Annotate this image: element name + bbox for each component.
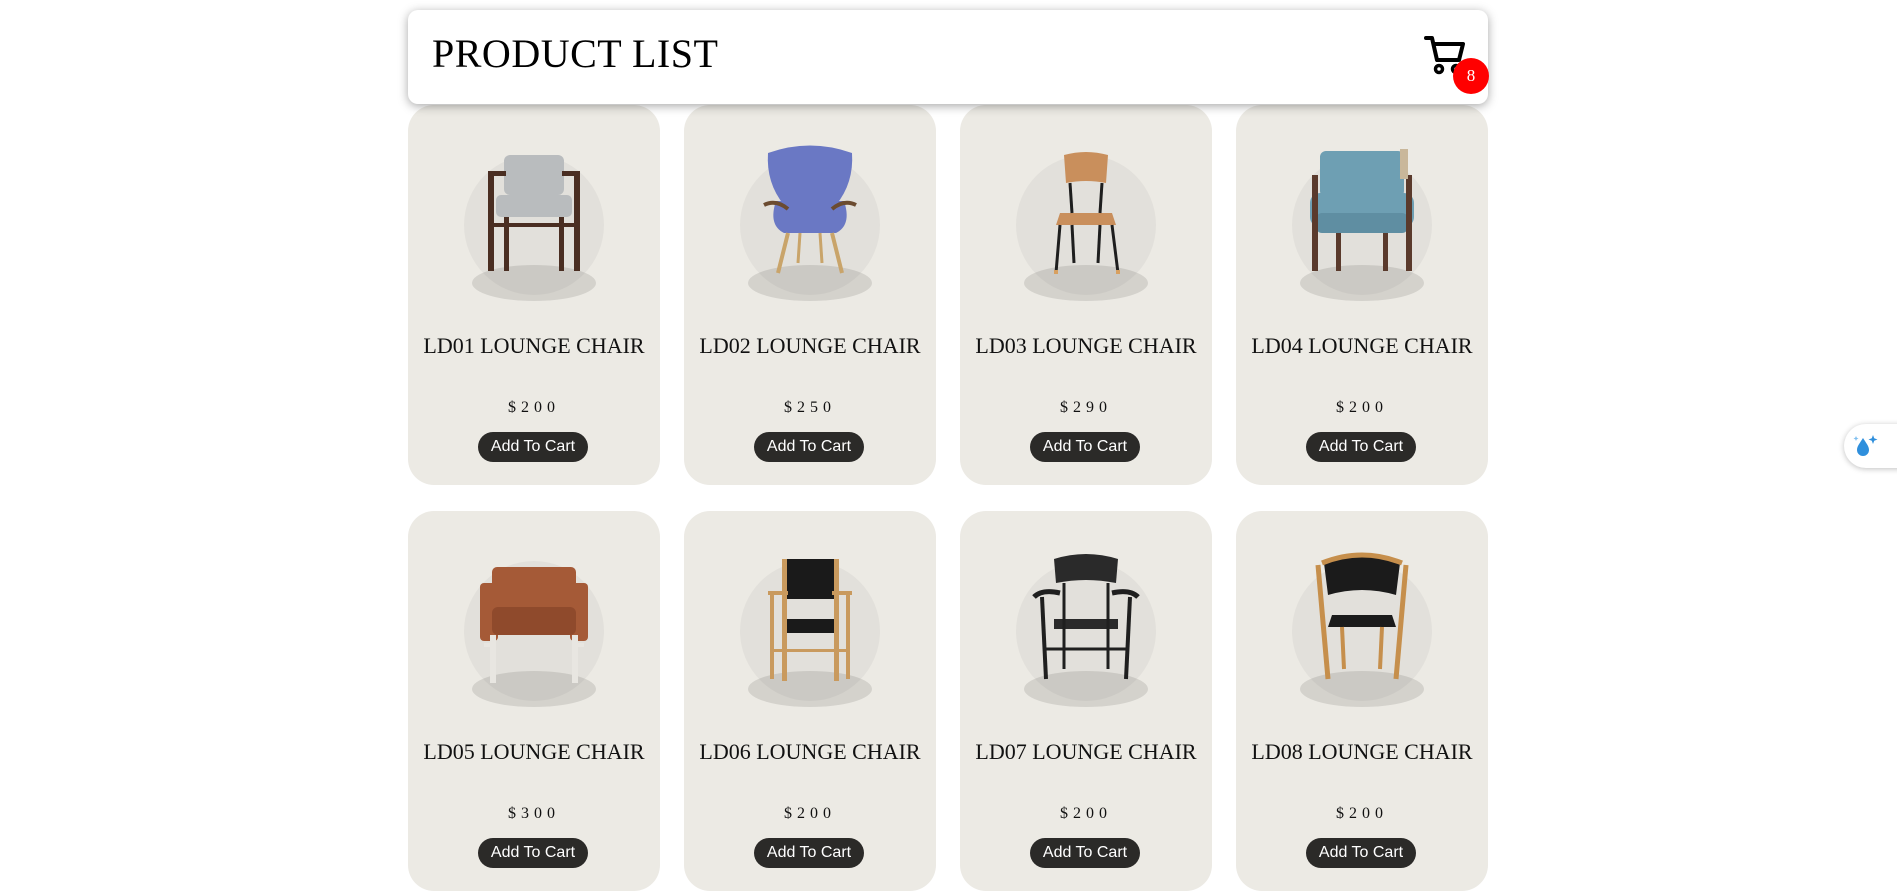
add-to-cart-button[interactable]: Add To Cart	[478, 432, 588, 462]
product-card: LD06 LOUNGE CHAIR $200 Add To Cart	[684, 511, 936, 891]
product-price: $200	[1060, 805, 1112, 822]
cart-count-badge: 8	[1453, 58, 1489, 94]
product-name: LD08 LOUNGE CHAIR	[1251, 739, 1473, 764]
add-to-cart-button[interactable]: Add To Cart	[478, 838, 588, 868]
add-to-cart-button[interactable]: Add To Cart	[1306, 432, 1416, 462]
side-widget-button[interactable]	[1844, 424, 1897, 468]
product-price: $290	[1060, 399, 1112, 416]
product-card: LD03 LOUNGE CHAIR $290 Add To Cart	[960, 105, 1212, 485]
product-name: LD04 LOUNGE CHAIR	[1251, 333, 1473, 358]
product-card: LD05 LOUNGE CHAIR $300 Add To Cart	[408, 511, 660, 891]
product-name: LD03 LOUNGE CHAIR	[975, 333, 1197, 358]
product-image	[408, 105, 660, 325]
product-name: LD05 LOUNGE CHAIR	[423, 739, 645, 764]
product-price: $200	[508, 399, 560, 416]
product-card: LD07 LOUNGE CHAIR $200 Add To Cart	[960, 511, 1212, 891]
header-bar: PRODUCT LIST 8	[408, 10, 1489, 104]
product-image	[960, 105, 1212, 325]
add-to-cart-button[interactable]: Add To Cart	[754, 838, 864, 868]
product-image	[1236, 511, 1488, 731]
add-to-cart-button[interactable]: Add To Cart	[1030, 838, 1140, 868]
product-card: LD02 LOUNGE CHAIR $250 Add To Cart	[684, 105, 936, 485]
product-name: LD07 LOUNGE CHAIR	[975, 739, 1197, 764]
product-image	[684, 511, 936, 731]
product-image	[1236, 105, 1488, 325]
product-name: LD01 LOUNGE CHAIR	[423, 333, 645, 358]
add-to-cart-button[interactable]: Add To Cart	[754, 432, 864, 462]
water-drop-sparkle-icon	[1853, 435, 1878, 456]
product-price: $250	[784, 399, 836, 416]
product-price: $200	[1336, 805, 1388, 822]
product-card: LD04 LOUNGE CHAIR $200 Add To Cart	[1236, 105, 1488, 485]
add-to-cart-button[interactable]: Add To Cart	[1306, 838, 1416, 868]
product-image	[960, 511, 1212, 731]
product-price: $200	[784, 805, 836, 822]
product-card: LD01 LOUNGE CHAIR $200 Add To Cart	[408, 105, 660, 485]
product-image	[684, 105, 936, 325]
product-image	[408, 511, 660, 731]
product-card: LD08 LOUNGE CHAIR $200 Add To Cart	[1236, 511, 1488, 891]
product-name: LD02 LOUNGE CHAIR	[699, 333, 921, 358]
product-price: $200	[1336, 399, 1388, 416]
product-price: $300	[508, 805, 560, 822]
add-to-cart-button[interactable]: Add To Cart	[1030, 432, 1140, 462]
page-title: PRODUCT LIST	[432, 31, 719, 76]
product-name: LD06 LOUNGE CHAIR	[699, 739, 921, 764]
